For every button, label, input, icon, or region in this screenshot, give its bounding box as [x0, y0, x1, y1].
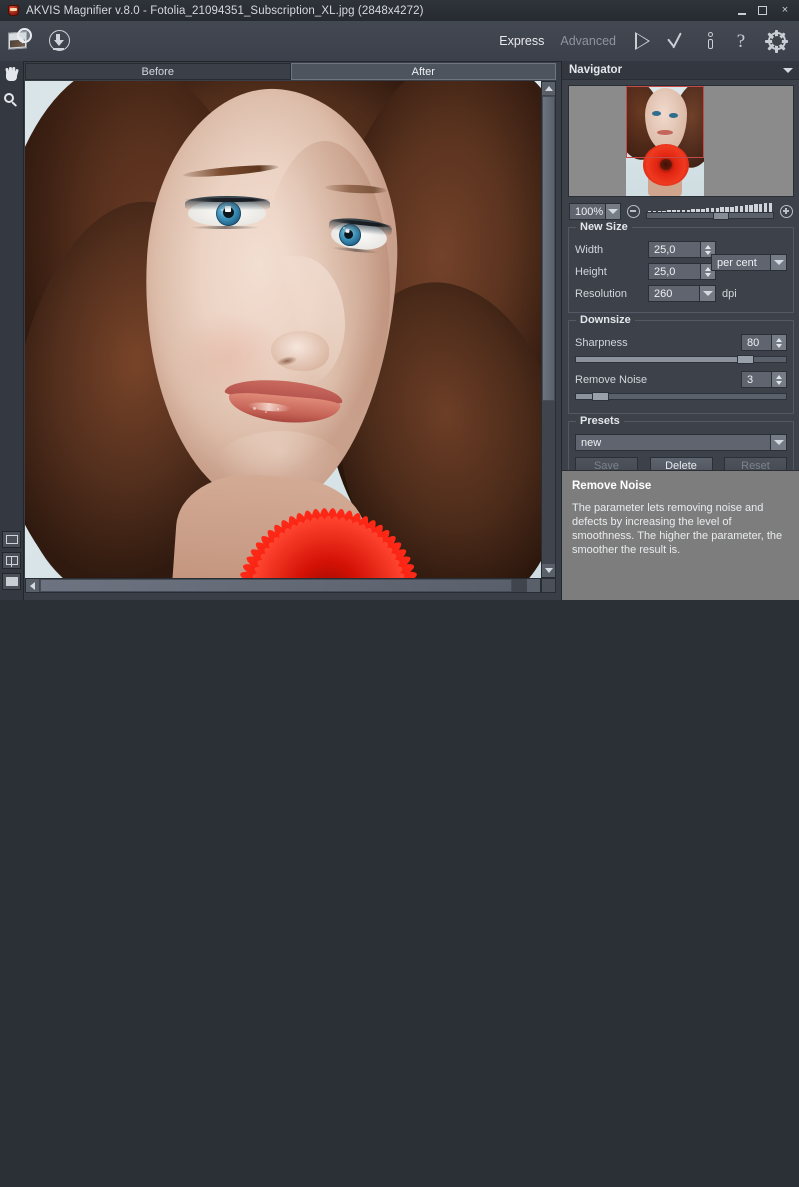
akvis-logo-icon [7, 4, 20, 17]
tab-advanced[interactable]: Advanced [560, 34, 616, 48]
remove-noise-value: 3 [747, 373, 754, 386]
zoom-out-circle-icon[interactable] [627, 205, 640, 218]
close-icon[interactable]: × [779, 5, 791, 16]
canvas-vertical-scrollbar[interactable] [541, 81, 556, 578]
info-icon[interactable] [706, 31, 716, 51]
zoom-level-select[interactable]: 100% [569, 203, 621, 220]
title-bar: AKVIS Magnifier v.8.0 - Fotolia_21094351… [0, 0, 799, 22]
view-split-window-icon[interactable] [2, 552, 21, 569]
remove-noise-slider[interactable] [575, 392, 787, 401]
horizontal-scroll-thumb[interactable] [40, 579, 512, 592]
zoom-in-circle-icon[interactable] [780, 205, 793, 218]
scroll-left-arrow[interactable] [26, 579, 39, 592]
image-view-tabs: Before After [25, 63, 556, 80]
window-title: AKVIS Magnifier v.8.0 - Fotolia_21094351… [26, 4, 424, 17]
scroll-down-arrow[interactable] [542, 564, 555, 577]
help-question-icon[interactable]: ? [732, 31, 750, 52]
vertical-scroll-thumb[interactable] [542, 96, 555, 401]
help-text: The parameter lets removing noise and de… [572, 502, 783, 556]
chevron-down-icon[interactable] [605, 204, 620, 219]
units-select[interactable]: per cent [711, 254, 787, 271]
width-value: 25,0 [654, 243, 676, 256]
view-single-window-icon[interactable] [2, 531, 21, 548]
chevron-down-icon[interactable] [770, 255, 786, 270]
apply-check-icon[interactable] [667, 31, 690, 52]
hand-tool-icon[interactable] [0, 61, 23, 87]
portrait-photo [25, 81, 541, 578]
downsize-group: Downsize Sharpness 80 Remove Noise 3 [568, 314, 794, 414]
red-gerbera-flower [203, 424, 453, 578]
resolution-label: Resolution [575, 287, 627, 300]
zoom-slider[interactable] [646, 202, 774, 220]
units-value: per cent [717, 256, 757, 269]
sharpness-slider[interactable] [575, 355, 787, 364]
resolution-input[interactable]: 260 [648, 285, 716, 302]
resolution-row: Resolution 260 dpi [575, 284, 787, 303]
chevron-down-icon[interactable] [770, 435, 786, 450]
maximize-icon[interactable] [758, 6, 770, 15]
navigator-header: Navigator [562, 61, 799, 80]
help-panel: Remove Noise The parameter lets removing… [562, 470, 799, 600]
sharpness-slider-thumb[interactable] [736, 355, 754, 364]
sharpness-input[interactable]: 80 [741, 334, 787, 351]
navigator-preview[interactable] [568, 85, 794, 197]
resolution-value: 260 [654, 287, 673, 300]
chevron-down-icon[interactable] [699, 286, 715, 301]
scroll-right-arrow[interactable] [527, 579, 540, 592]
sharpness-stepper[interactable] [771, 335, 786, 350]
sharpness-value: 80 [747, 336, 760, 349]
zoom-slider-thumb[interactable] [712, 212, 729, 220]
view-mode-buttons [2, 531, 22, 594]
remove-noise-slider-thumb[interactable] [592, 392, 610, 401]
preset-select[interactable]: new [575, 434, 787, 451]
toolbar-left-group [0, 28, 72, 54]
zoom-slider-ticks [648, 202, 773, 212]
remove-noise-stepper[interactable] [771, 372, 786, 387]
preset-value: new [581, 436, 602, 449]
new-size-label: New Size [576, 221, 632, 233]
application-window: AKVIS Magnifier v.8.0 - Fotolia_21094351… [0, 0, 799, 600]
settings-gear-icon[interactable] [765, 29, 788, 53]
width-input[interactable]: 25,0 [648, 241, 716, 258]
help-title: Remove Noise [572, 480, 652, 492]
remove-noise-input[interactable]: 3 [741, 371, 787, 388]
zoom-level-value: 100% [575, 205, 604, 218]
open-image-icon[interactable] [8, 28, 38, 54]
new-size-group: New Size Width 25,0 Height 25,0 Resoluti… [568, 221, 794, 313]
minimize-icon[interactable] [737, 6, 749, 16]
width-label: Width [575, 243, 604, 256]
sharpness-row: Sharpness 80 [575, 333, 787, 352]
window-controls: × [737, 5, 799, 16]
chevron-down-icon[interactable] [783, 67, 793, 73]
toolbar-right-group: Express Advanced ? [499, 29, 799, 53]
height-input[interactable]: 25,0 [648, 263, 716, 280]
dpi-label: dpi [722, 287, 737, 300]
downsize-label: Downsize [576, 314, 635, 326]
remove-noise-row: Remove Noise 3 [575, 370, 787, 389]
remove-noise-label: Remove Noise [575, 373, 648, 386]
canvas-horizontal-scrollbar[interactable] [25, 578, 541, 593]
navigator-title: Navigator [569, 64, 623, 76]
image-canvas[interactable] [25, 81, 541, 578]
zoom-tool-icon[interactable] [0, 87, 23, 113]
sharpness-label: Sharpness [575, 336, 628, 349]
presets-label: Presets [576, 415, 624, 427]
tab-before[interactable]: Before [25, 63, 291, 80]
tools-sidebar [0, 61, 24, 600]
save-image-icon[interactable] [48, 29, 72, 53]
run-icon[interactable] [632, 31, 652, 52]
height-value: 25,0 [654, 265, 676, 278]
navigator-viewport-rect[interactable] [626, 86, 704, 158]
height-label: Height [575, 265, 607, 278]
scrollbar-corner [541, 578, 556, 593]
view-solid-window-icon[interactable] [2, 573, 21, 590]
settings-panel: Navigator 100% New Size Width 25,0 Heigh… [561, 61, 799, 600]
main-toolbar: Express Advanced ? [0, 21, 799, 62]
zoom-controls: 100% [569, 202, 793, 220]
tab-express[interactable]: Express [499, 34, 544, 48]
scroll-up-arrow[interactable] [542, 82, 555, 95]
tab-after[interactable]: After [290, 63, 556, 80]
